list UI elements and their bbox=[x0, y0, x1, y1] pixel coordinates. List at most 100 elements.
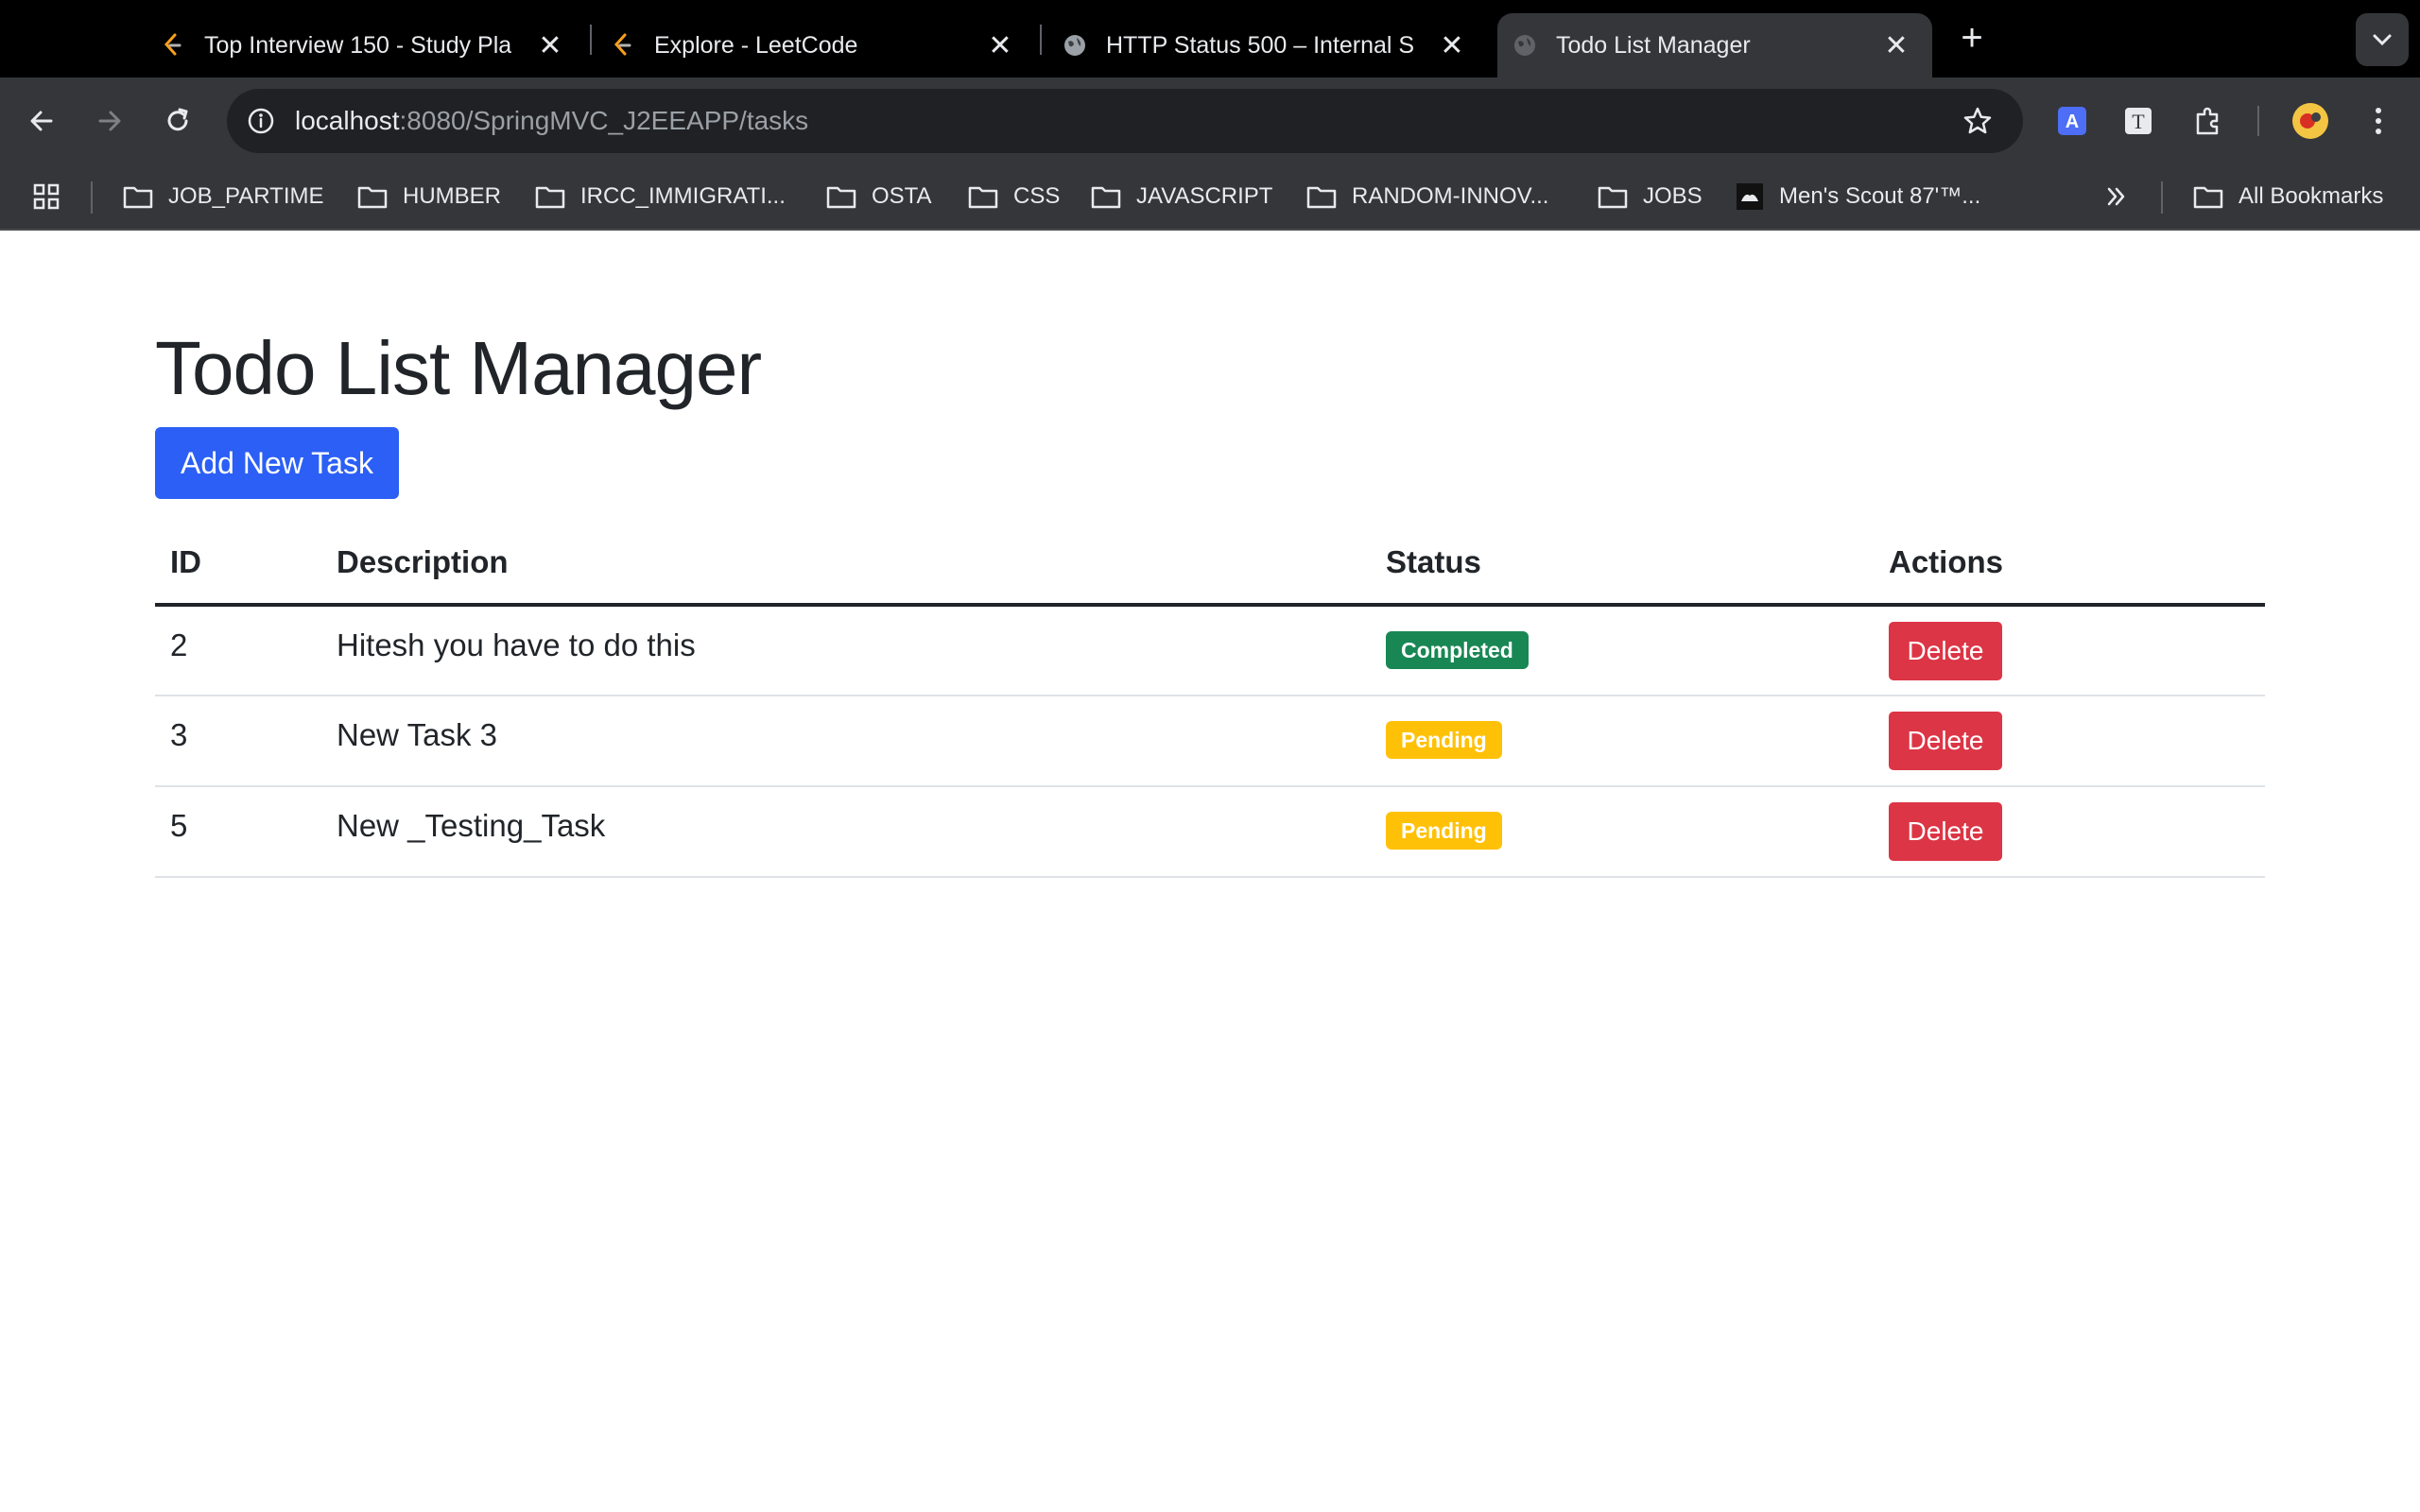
reload-button[interactable] bbox=[155, 98, 200, 144]
url-host: localhost bbox=[295, 106, 400, 135]
svg-text:T: T bbox=[2132, 110, 2145, 133]
bookmarks-bar: JOB_PARTIME HUMBER IRCC_IMMIGRATI... OST… bbox=[0, 164, 2420, 231]
column-header-description: Description bbox=[321, 522, 1371, 607]
folder-icon bbox=[357, 186, 388, 209]
tab-title: Explore - LeetCode bbox=[654, 31, 858, 59]
tab-todo-list-manager[interactable]: Todo List Manager ✕ bbox=[1497, 13, 1932, 77]
folder-icon bbox=[535, 186, 565, 209]
delete-button[interactable]: Delete bbox=[1889, 802, 2002, 861]
bookmarks-overflow-icon[interactable] bbox=[2104, 164, 2144, 229]
arrow-left-icon bbox=[30, 111, 53, 131]
bookmark-label: CSS bbox=[1013, 183, 1061, 209]
tab-explore-leetcode[interactable]: Explore - LeetCode ✕ bbox=[611, 13, 1036, 77]
bookmark-label: JOBS bbox=[1643, 183, 1703, 209]
cell-status: Pending bbox=[1371, 786, 1874, 878]
table-row: 3 New Task 3 Pending Delete bbox=[155, 696, 2265, 787]
add-new-task-button[interactable]: Add New Task bbox=[155, 427, 399, 499]
more-menu-icon[interactable] bbox=[2356, 98, 2401, 144]
bookmarks-divider bbox=[2161, 181, 2163, 214]
cell-actions: Delete bbox=[1874, 786, 2265, 878]
folder-icon bbox=[1306, 186, 1337, 209]
close-icon[interactable]: ✕ bbox=[985, 30, 1015, 61]
all-bookmarks-folder[interactable]: All Bookmarks bbox=[2193, 164, 2383, 229]
bookmark-folder-ircc-immigration[interactable]: IRCC_IMMIGRATI... bbox=[535, 164, 786, 229]
bookmark-folder-javascript[interactable]: JAVASCRIPT bbox=[1091, 164, 1272, 229]
tab-top-interview[interactable]: Top Interview 150 - Study Pla ✕ bbox=[161, 13, 586, 77]
tab-divider bbox=[590, 25, 592, 55]
bookmark-label: RANDOM-INNOV... bbox=[1352, 183, 1549, 209]
bookmark-label: JOB_PARTIME bbox=[168, 183, 324, 209]
folder-icon bbox=[1091, 186, 1121, 209]
cell-id: 3 bbox=[155, 696, 321, 787]
bookmark-label: Men's Scout 87'™... bbox=[1779, 183, 1981, 209]
bookmark-label: JAVASCRIPT bbox=[1136, 183, 1273, 209]
cell-id: 5 bbox=[155, 786, 321, 878]
url-path: :8080/SpringMVC_J2EEAPP/tasks bbox=[399, 106, 809, 135]
cell-description: New _Testing_Task bbox=[321, 786, 1371, 878]
close-icon[interactable]: ✕ bbox=[535, 30, 565, 61]
translate-extension-icon[interactable]: A bbox=[2049, 98, 2095, 144]
bookmark-folder-osta[interactable]: OSTA bbox=[826, 164, 932, 229]
status-badge: Completed bbox=[1386, 631, 1529, 669]
bookmarks-divider bbox=[91, 181, 93, 214]
folder-icon bbox=[826, 186, 856, 209]
bookmark-folder-random-innov[interactable]: RANDOM-INNOV... bbox=[1306, 164, 1548, 229]
tab-title: HTTP Status 500 – Internal S bbox=[1106, 31, 1415, 59]
cell-description: Hitesh you have to do this bbox=[321, 605, 1371, 696]
forward-button[interactable] bbox=[87, 98, 132, 144]
tab-title: Todo List Manager bbox=[1556, 31, 1751, 59]
tab-http-500[interactable]: HTTP Status 500 – Internal S ✕ bbox=[1063, 13, 1488, 77]
cell-status: Pending bbox=[1371, 696, 1874, 787]
text-extension-icon[interactable]: T bbox=[2116, 98, 2161, 144]
folder-icon bbox=[123, 186, 153, 209]
bookmark-label: All Bookmarks bbox=[2238, 183, 2384, 209]
bookmark-label: HUMBER bbox=[403, 183, 502, 209]
delete-button[interactable]: Delete bbox=[1889, 622, 2002, 680]
svg-text:A: A bbox=[2066, 112, 2079, 132]
tab-divider bbox=[1040, 25, 1042, 55]
close-icon[interactable]: ✕ bbox=[1881, 30, 1911, 61]
table-row: 2 Hitesh you have to do this Completed D… bbox=[155, 605, 2265, 696]
close-icon[interactable]: ✕ bbox=[1437, 30, 1467, 61]
info-icon[interactable] bbox=[244, 104, 278, 138]
leetcode-icon bbox=[161, 33, 185, 58]
bookmark-folder-humber[interactable]: HUMBER bbox=[357, 164, 501, 229]
globe-icon bbox=[1063, 33, 1087, 58]
tab-title: Top Interview 150 - Study Pla bbox=[204, 31, 512, 59]
bookmark-folder-job-partime[interactable]: JOB_PARTIME bbox=[123, 164, 323, 229]
bookmark-label: IRCC_IMMIGRATI... bbox=[580, 183, 786, 209]
profile-avatar[interactable] bbox=[2288, 98, 2333, 144]
cell-status: Completed bbox=[1371, 605, 1874, 696]
folder-icon bbox=[968, 186, 998, 209]
tab-search-button[interactable] bbox=[2356, 13, 2409, 66]
cell-actions: Delete bbox=[1874, 696, 2265, 787]
column-header-id: ID bbox=[155, 522, 321, 607]
cell-description: New Task 3 bbox=[321, 696, 1371, 787]
bookmark-label: OSTA bbox=[872, 183, 932, 209]
table-row: 5 New _Testing_Task Pending Delete bbox=[155, 786, 2265, 878]
new-tab-button[interactable]: + bbox=[1953, 19, 1991, 57]
url-text: localhost:8080/SpringMVC_J2EEAPP/tasks bbox=[295, 106, 808, 136]
reload-icon bbox=[167, 108, 188, 131]
bookmark-folder-css[interactable]: CSS bbox=[968, 164, 1060, 229]
column-header-status: Status bbox=[1371, 522, 1874, 607]
globe-icon bbox=[1512, 33, 1537, 58]
delete-button[interactable]: Delete bbox=[1889, 712, 2002, 770]
status-badge: Pending bbox=[1386, 812, 1502, 850]
folder-icon bbox=[2193, 186, 2223, 209]
tab-strip: Top Interview 150 - Study Pla ✕ Explore … bbox=[0, 0, 2420, 77]
site-icon bbox=[1737, 183, 1763, 210]
bookmark-folder-jobs[interactable]: JOBS bbox=[1598, 164, 1703, 229]
apps-grid-icon[interactable] bbox=[32, 164, 76, 229]
arrow-right-icon bbox=[98, 111, 121, 131]
cell-id: 2 bbox=[155, 605, 321, 696]
table-header-row: ID Description Status Actions bbox=[155, 522, 2265, 607]
bookmark-mens-scout[interactable]: Men's Scout 87'™... bbox=[1736, 164, 1980, 229]
column-header-actions: Actions bbox=[1874, 522, 2265, 607]
back-button[interactable] bbox=[19, 98, 64, 144]
bookmark-star-icon[interactable] bbox=[1961, 104, 1995, 138]
browser-toolbar: localhost:8080/SpringMVC_J2EEAPP/tasks A… bbox=[0, 77, 2420, 164]
cell-actions: Delete bbox=[1874, 605, 2265, 696]
extensions-puzzle-icon[interactable] bbox=[2186, 98, 2231, 144]
address-bar[interactable]: localhost:8080/SpringMVC_J2EEAPP/tasks bbox=[227, 89, 2023, 153]
